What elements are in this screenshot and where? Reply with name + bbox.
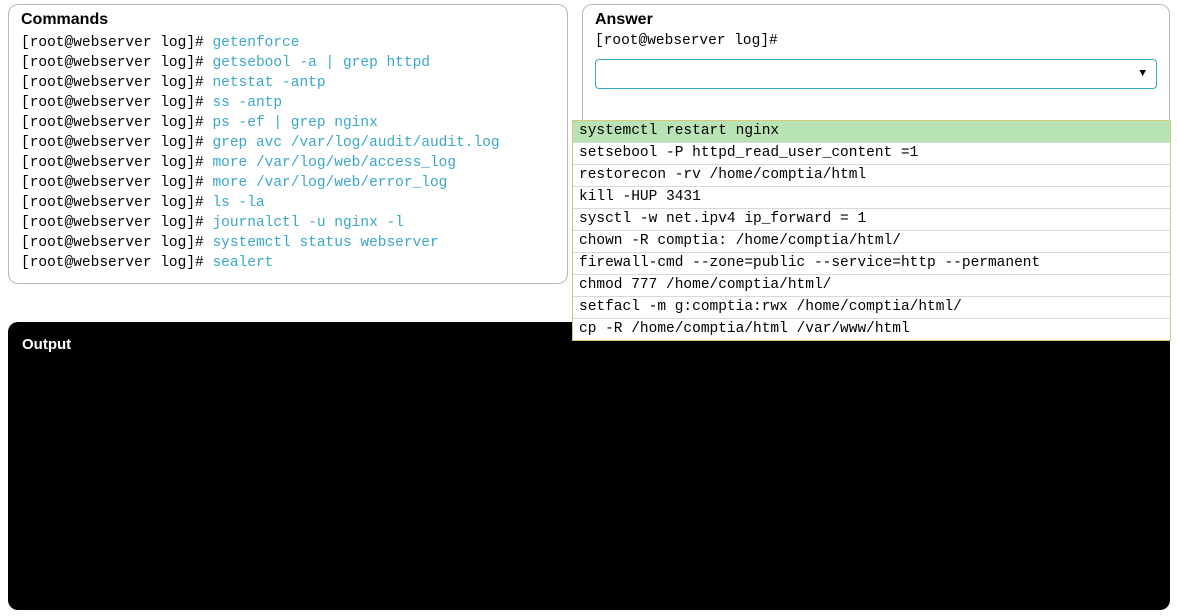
commands-title: Commands xyxy=(21,11,555,29)
command-prompt: [root@webserver log]# xyxy=(21,95,212,111)
dropdown-option[interactable]: sysctl -w net.ipv4 ip_forward = 1 xyxy=(573,209,1170,231)
command-line[interactable]: [root@webserver log]# grep avc /var/log/… xyxy=(21,133,555,153)
command-line[interactable]: [root@webserver log]# ss -antp xyxy=(21,93,555,113)
command-text: ls -la xyxy=(212,195,264,211)
command-text: grep avc /var/log/audit/audit.log xyxy=(212,135,499,151)
command-line[interactable]: [root@webserver log]# ps -ef | grep ngin… xyxy=(21,113,555,133)
command-line[interactable]: [root@webserver log]# journalctl -u ngin… xyxy=(21,213,555,233)
dropdown-option[interactable]: setsebool -P httpd_read_user_content =1 xyxy=(573,143,1170,165)
dropdown-option[interactable]: setfacl -m g:comptia:rwx /home/comptia/h… xyxy=(573,297,1170,319)
command-line[interactable]: [root@webserver log]# sealert xyxy=(21,253,555,273)
dropdown-option[interactable]: kill -HUP 3431 xyxy=(573,187,1170,209)
command-prompt: [root@webserver log]# xyxy=(21,35,212,51)
answer-dropdown[interactable]: systemctl restart nginxsetsebool -P http… xyxy=(572,120,1171,341)
dropdown-option[interactable]: restorecon -rv /home/comptia/html xyxy=(573,165,1170,187)
command-text: systemctl status webserver xyxy=(212,235,438,251)
command-prompt: [root@webserver log]# xyxy=(21,215,212,231)
command-text: ss -antp xyxy=(212,95,282,111)
command-text: journalctl -u nginx -l xyxy=(212,215,403,231)
command-line[interactable]: [root@webserver log]# getsebool -a | gre… xyxy=(21,53,555,73)
command-prompt: [root@webserver log]# xyxy=(21,195,212,211)
chevron-down-icon: ▼ xyxy=(1139,68,1146,80)
dropdown-option[interactable]: cp -R /home/comptia/html /var/www/html xyxy=(573,319,1170,340)
command-text: more /var/log/web/access_log xyxy=(212,155,456,171)
dropdown-option[interactable]: chown -R comptia: /home/comptia/html/ xyxy=(573,231,1170,253)
command-prompt: [root@webserver log]# xyxy=(21,55,212,71)
output-panel: Output xyxy=(8,322,1170,610)
command-prompt: [root@webserver log]# xyxy=(21,135,212,151)
dropdown-option[interactable]: chmod 777 /home/comptia/html/ xyxy=(573,275,1170,297)
answer-prompt: [root@webserver log]# xyxy=(595,33,1157,49)
command-line[interactable]: [root@webserver log]# getenforce xyxy=(21,33,555,53)
command-prompt: [root@webserver log]# xyxy=(21,255,212,271)
dropdown-option[interactable]: systemctl restart nginx xyxy=(573,121,1170,143)
command-line[interactable]: [root@webserver log]# netstat -antp xyxy=(21,73,555,93)
command-line[interactable]: [root@webserver log]# systemctl status w… xyxy=(21,233,555,253)
command-prompt: [root@webserver log]# xyxy=(21,175,212,191)
answer-select[interactable]: ▼ xyxy=(595,59,1157,89)
command-text: more /var/log/web/error_log xyxy=(212,175,447,191)
command-text: getsebool -a | grep httpd xyxy=(212,55,430,71)
command-prompt: [root@webserver log]# xyxy=(21,75,212,91)
command-text: netstat -antp xyxy=(212,75,325,91)
command-text: ps -ef | grep nginx xyxy=(212,115,377,131)
commands-list: [root@webserver log]# getenforce[root@we… xyxy=(21,33,555,273)
command-prompt: [root@webserver log]# xyxy=(21,235,212,251)
commands-panel: Commands [root@webserver log]# getenforc… xyxy=(8,4,568,284)
answer-title: Answer xyxy=(595,11,1157,29)
command-text: sealert xyxy=(212,255,273,271)
command-prompt: [root@webserver log]# xyxy=(21,115,212,131)
command-text: getenforce xyxy=(212,35,299,51)
command-line[interactable]: [root@webserver log]# more /var/log/web/… xyxy=(21,173,555,193)
command-prompt: [root@webserver log]# xyxy=(21,155,212,171)
command-line[interactable]: [root@webserver log]# more /var/log/web/… xyxy=(21,153,555,173)
command-line[interactable]: [root@webserver log]# ls -la xyxy=(21,193,555,213)
dropdown-option[interactable]: firewall-cmd --zone=public --service=htt… xyxy=(573,253,1170,275)
